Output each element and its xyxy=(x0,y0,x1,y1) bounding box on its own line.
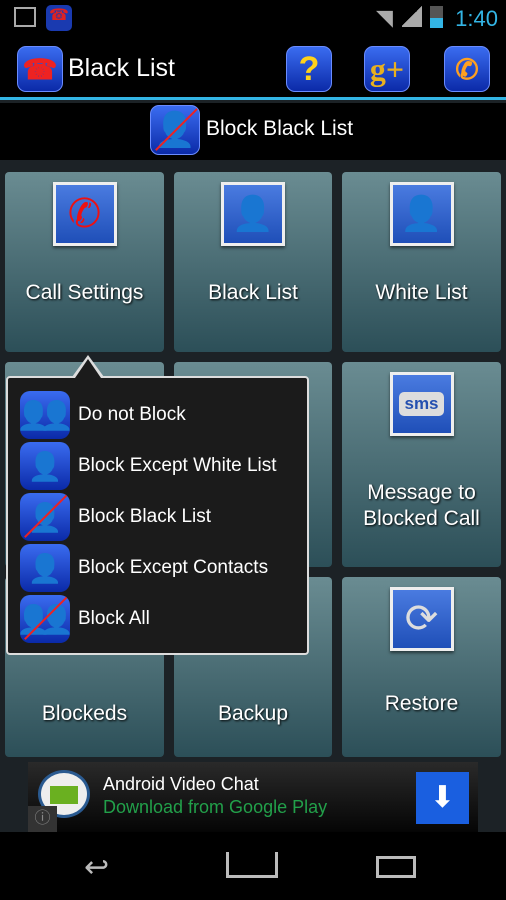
google-plus-icon[interactable]: g+ xyxy=(364,46,410,92)
block-black-list-icon: 👤 xyxy=(150,105,200,155)
sms-icon: sms xyxy=(389,372,454,436)
app-logo-icon[interactable]: ☎ xyxy=(17,46,63,92)
popup-item-block-black-list[interactable]: 👤 Block Black List xyxy=(20,492,211,542)
black-contact-icon: 👤 xyxy=(221,182,285,246)
white-contact-icon: 👤 xyxy=(389,182,454,246)
status-bar: ☎ ◥ 1:40 xyxy=(0,0,506,36)
refresh-icon: ⟳ xyxy=(389,587,454,651)
signal-icon xyxy=(402,5,422,27)
wifi-icon: ◥ xyxy=(376,5,393,30)
popup-item-label: Block All xyxy=(78,608,150,629)
battery-icon xyxy=(430,6,443,28)
tile-label: White List xyxy=(375,281,468,304)
popup-arrow-fill xyxy=(75,359,101,378)
home-icon[interactable] xyxy=(226,852,278,878)
white-contact-icon: 👤 xyxy=(20,442,70,490)
back-icon[interactable]: ↩ xyxy=(84,850,109,885)
tile-black-list[interactable]: 👤 Black List xyxy=(174,172,332,352)
tile-white-list[interactable]: 👤 White List xyxy=(342,172,501,352)
sms-text: sms xyxy=(399,392,444,416)
popup-item-label: Do not Block xyxy=(78,404,186,425)
tile-label: Call Settings xyxy=(25,281,144,304)
do-not-block-icon: 👤 👤 xyxy=(20,391,70,439)
help-icon[interactable]: ? xyxy=(286,46,332,92)
popup-item-label: Block Except White List xyxy=(78,455,277,476)
image-icon xyxy=(14,7,36,27)
popup-item-block-all[interactable]: 👤 👤 Block All xyxy=(20,594,150,644)
tile-restore[interactable]: ⟳ Restore xyxy=(342,577,501,757)
tile-message-to-blocked-call[interactable]: sms Message to Blocked Call xyxy=(342,362,501,567)
recent-apps-icon[interactable] xyxy=(376,856,416,878)
ad-subtitle: Download from Google Play xyxy=(103,797,328,817)
popup-item-label: Block Black List xyxy=(78,506,212,527)
tile-label: Restore xyxy=(384,692,459,715)
app-title: Black List xyxy=(68,54,175,82)
action-bar: ☎ Black List ? g+ ✆ xyxy=(0,36,506,100)
tile-call-settings[interactable]: ✆ Call Settings xyxy=(5,172,164,352)
mode-header[interactable]: 👤 Block Black List xyxy=(0,103,506,160)
ad-banner[interactable]: ⓘ Android Video Chat Download from Googl… xyxy=(28,762,478,832)
tile-label: Backup xyxy=(217,702,289,725)
ad-title: Android Video Chat xyxy=(103,774,259,794)
phone-icon[interactable]: ✆ xyxy=(444,46,490,92)
contacts-icon: 👤 xyxy=(20,544,70,592)
clock: 1:40 xyxy=(455,6,498,31)
download-icon[interactable]: ⬇ xyxy=(416,772,469,824)
popup-item-do-not-block[interactable]: 👤 👤 Do not Block xyxy=(20,390,186,440)
block-mode-popup: 👤 👤 Do not Block 👤 Block Except White Lis… xyxy=(6,376,309,655)
phone-icon: ✆ xyxy=(52,182,117,246)
tile-label: Message to Blocked Call xyxy=(363,481,480,530)
tile-label: Blockeds xyxy=(41,702,128,725)
mode-label: Block Black List xyxy=(206,117,354,140)
popup-item-block-except-contacts[interactable]: 👤 Block Except Contacts xyxy=(20,543,268,593)
popup-item-block-except-white-list[interactable]: 👤 Block Except White List xyxy=(20,441,277,491)
ad-info-icon[interactable]: ⓘ xyxy=(28,806,57,832)
navigation-bar: ↩ xyxy=(0,832,506,900)
block-all-icon: 👤 👤 xyxy=(20,595,70,643)
popup-item-label: Block Except Contacts xyxy=(78,557,269,578)
tile-label: Black List xyxy=(208,281,298,304)
app-notification-icon: ☎ xyxy=(46,5,72,31)
block-black-list-icon: 👤 xyxy=(20,493,70,541)
